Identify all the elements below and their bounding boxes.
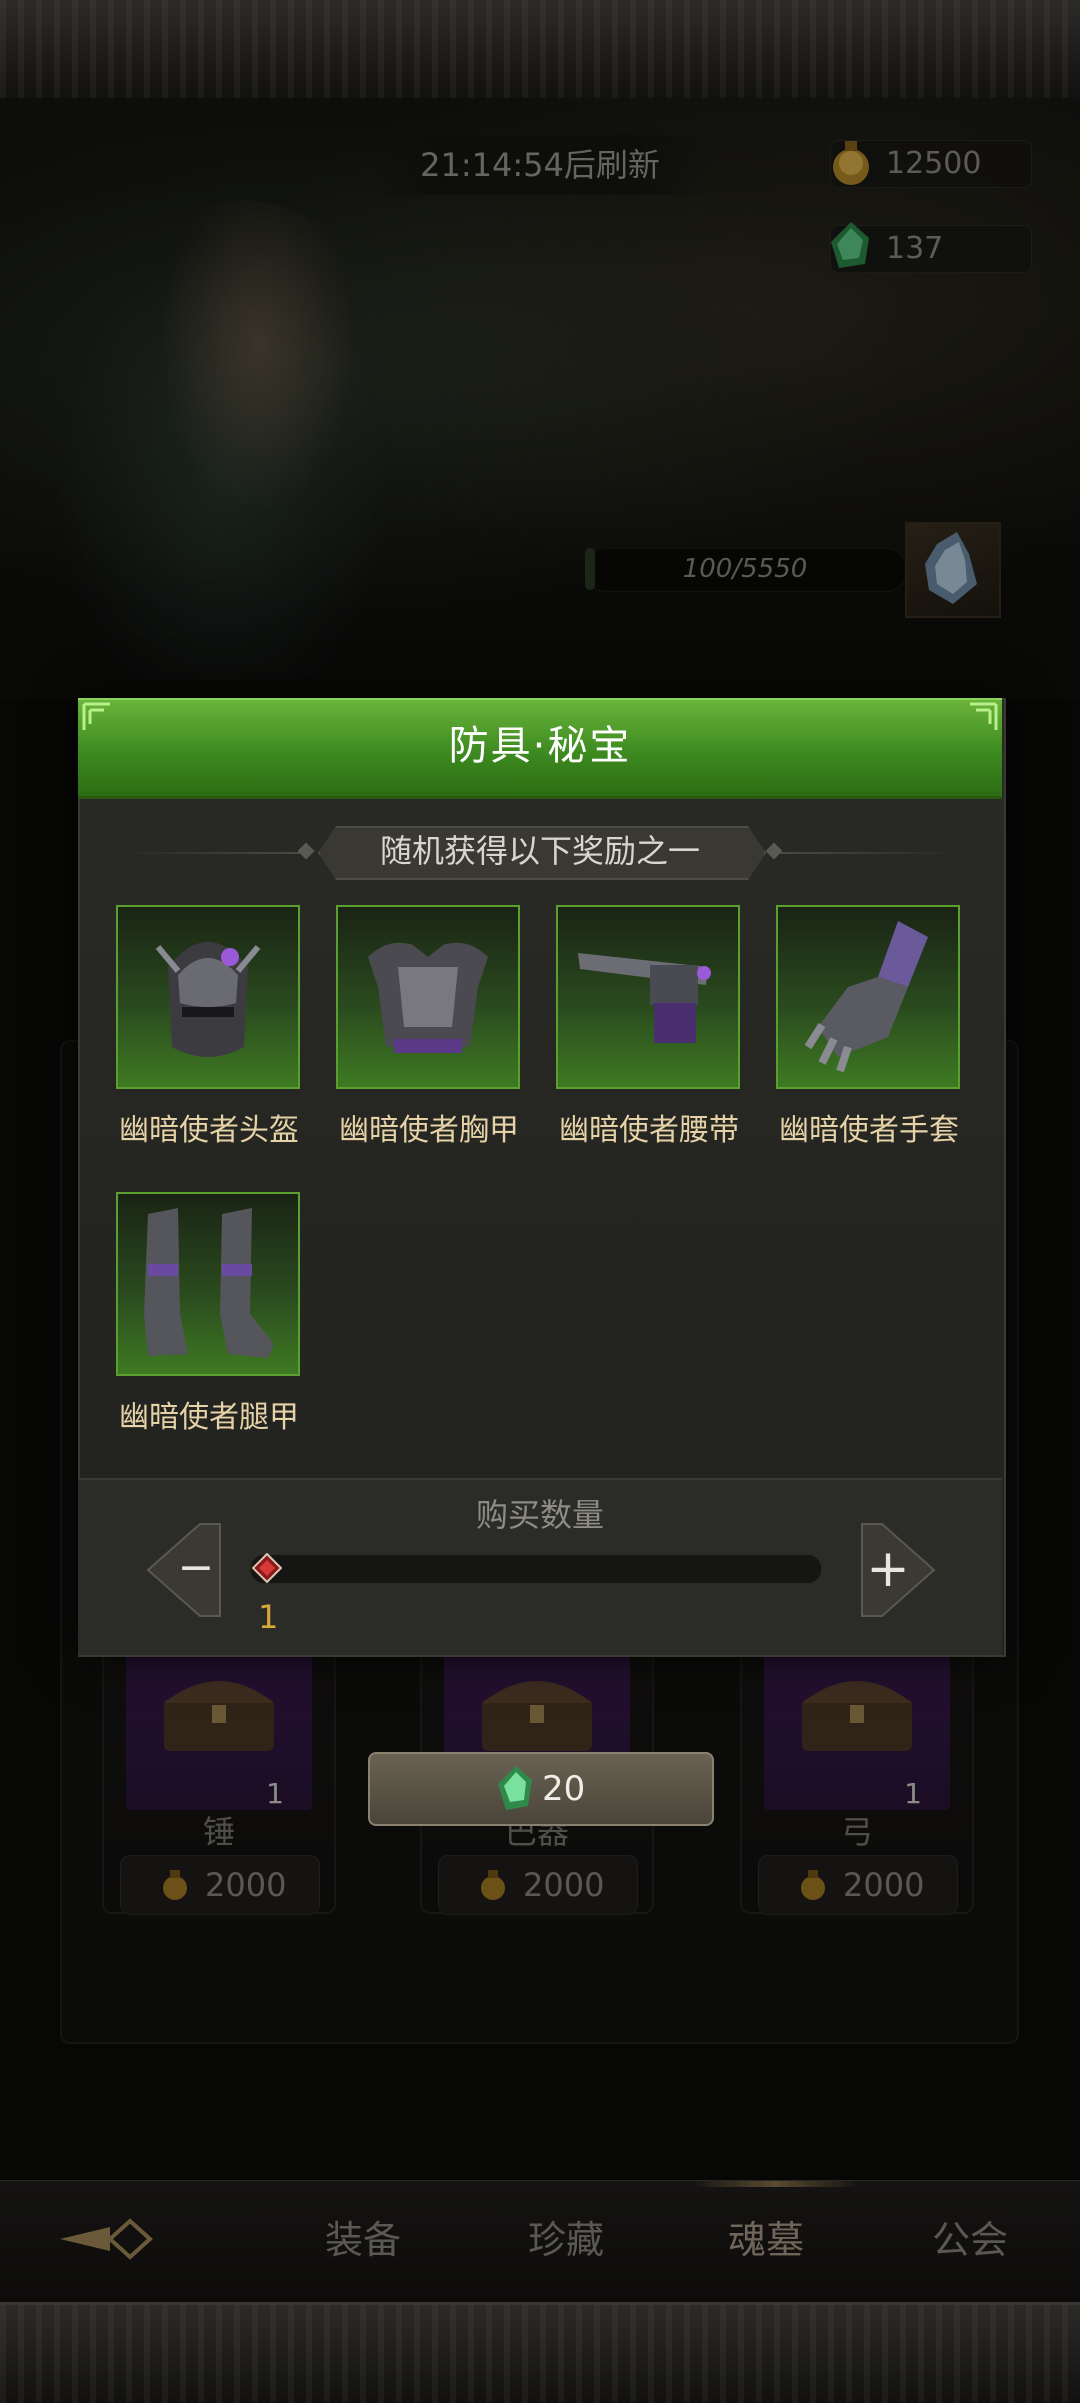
reward-item-name: 幽暗使者腿甲 [119,1400,299,1435]
svg-text:+: + [866,1539,910,1599]
modal-title: 防具·秘宝 [448,723,632,769]
gauntlet-icon [804,921,928,1073]
chest-armor-icon [368,942,488,1053]
modal-subtitle-banner: 随机获得以下奖励之一 [120,826,960,880]
buy-button[interactable]: 20 [368,1752,714,1826]
bottom-nav: 装备 珍藏 魂墓 公会 [0,2180,1080,2303]
top-ornament-frame [0,0,1080,101]
reward-item-frame [336,905,520,1089]
reward-item-frame [776,905,960,1089]
quantity-slider-track[interactable] [250,1554,822,1584]
diamond-ornament-icon [765,842,783,860]
helmet-icon [155,942,261,1057]
reward-item-name: 幽暗使者胸甲 [339,1113,519,1148]
divider-line [120,852,300,854]
greaves-icon [144,1208,274,1358]
diamond-ornament-icon [297,842,315,860]
reward-item-frame [556,905,740,1089]
modal-subtitle: 随机获得以下奖励之一 [379,832,700,870]
plus-icon: + [861,1523,936,1617]
buy-cost: 20 [542,1769,586,1809]
reward-item-frame [116,1192,300,1376]
quantity-value: 1 [258,1598,279,1636]
active-tab-indicator [690,2181,860,2187]
tab-guild[interactable]: 公会 [932,2209,1008,2264]
tab-equipment[interactable]: 装备 [325,2209,401,2264]
reward-item-frame [116,905,300,1089]
minus-icon: − [146,1523,221,1617]
reward-item-name: 幽暗使者手套 [779,1113,959,1148]
belt-icon [578,953,711,1043]
increase-quantity-button[interactable]: + [826,1510,946,1630]
tab-collection[interactable]: 珍藏 [528,2209,604,2264]
back-arrow-icon[interactable] [40,2199,170,2279]
svg-text:−: − [178,1542,215,1593]
tab-soul-tomb[interactable]: 魂墓 [728,2209,804,2264]
reward-item-name: 幽暗使者腰带 [559,1113,739,1148]
bottom-ornament-frame [0,2302,1080,2403]
green-gem-icon [498,1766,532,1810]
quantity-slider-handle[interactable] [252,1553,282,1583]
decrease-quantity-button[interactable]: − [136,1510,256,1630]
reward-item-name: 幽暗使者头盔 [119,1113,299,1148]
divider-line [780,852,960,854]
